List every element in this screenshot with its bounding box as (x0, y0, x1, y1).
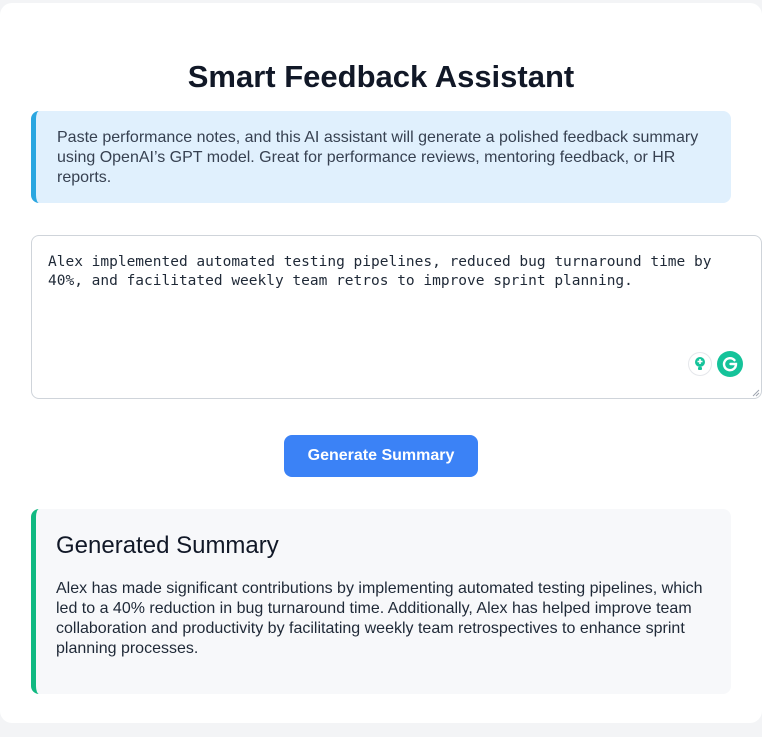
notes-textarea[interactable]: Alex implemented automated testing pipel… (32, 236, 761, 398)
generate-summary-button[interactable]: Generate Summary (284, 435, 478, 477)
summary-text: Alex has made significant contributions … (56, 580, 703, 657)
intro-banner: Paste performance notes, and this AI ass… (31, 111, 731, 203)
intro-text: Paste performance notes, and this AI ass… (57, 129, 699, 186)
resize-handle-icon[interactable] (752, 389, 760, 397)
main-card: Smart Feedback Assistant Paste performan… (0, 3, 762, 723)
grammarly-widget[interactable] (689, 349, 743, 379)
grammarly-logo-icon[interactable] (717, 351, 743, 377)
lightbulb-icon[interactable] (689, 353, 711, 375)
notes-field-container: Alex implemented automated testing pipel… (31, 235, 762, 399)
summary-heading: Generated Summary (56, 532, 279, 559)
page-title: Smart Feedback Assistant (187, 59, 575, 94)
summary-panel: Generated Summary Alex has made signific… (31, 509, 731, 694)
